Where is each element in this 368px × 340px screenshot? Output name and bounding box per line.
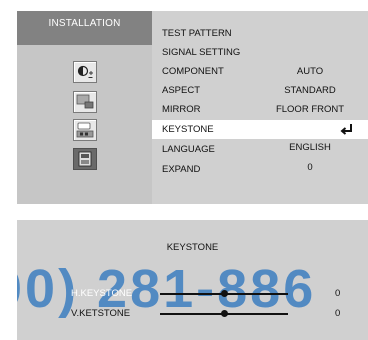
enter-return-icon <box>340 122 354 139</box>
menu-item-mirror[interactable]: MIRROR FLOOR FRONT <box>152 100 368 119</box>
keystone-title: KEYSTONE <box>166 242 219 253</box>
v-keystone-row[interactable]: V.KETSTONE 0 <box>17 306 368 322</box>
menu-item-test-pattern[interactable]: TEST PATTERN <box>152 24 368 43</box>
menu-item-keystone[interactable]: KEYSTONE <box>152 120 368 139</box>
menu-item-component[interactable]: COMPONENT AUTO <box>152 62 368 81</box>
menu-item-aspect[interactable]: ASPECT STANDARD <box>152 81 368 100</box>
menu-item-signal-setting[interactable]: SIGNAL SETTING <box>152 43 368 62</box>
menu-item-language[interactable]: LANGUAGE ENGLISH <box>152 140 368 159</box>
v-keystone-value: 0 <box>335 308 341 319</box>
menu-item-value: STANDARD <box>284 85 336 96</box>
v-keystone-label: V.KETSTONE <box>71 308 131 319</box>
installation-icon[interactable] <box>73 148 97 170</box>
menu-items-panel: TEST PATTERN SIGNAL SETTING COMPONENT AU… <box>152 11 368 204</box>
menu-item-value: FLOOR FRONT <box>275 104 345 115</box>
menu-item-label: MIRROR <box>162 104 201 115</box>
menu-title: INSTALLATION <box>17 11 152 45</box>
picture-adjust-icon[interactable] <box>73 61 97 83</box>
menu-item-label: ASPECT <box>162 85 201 96</box>
menu-item-value: ENGLISH <box>289 142 331 153</box>
display-screen-icon[interactable] <box>73 91 97 113</box>
menu-item-label: COMPONENT <box>162 66 224 77</box>
menu-item-value: 0 <box>307 162 313 173</box>
menu-item-label: KEYSTONE <box>162 124 214 135</box>
menu-item-label: EXPAND <box>162 164 201 175</box>
menu-item-value: AUTO <box>296 66 324 77</box>
v-keystone-knob[interactable] <box>220 310 228 317</box>
menu-category-panel: INSTALLATION <box>17 11 152 204</box>
h-keystone-row[interactable]: H.KEYSTONE 0 <box>17 286 368 302</box>
menu-item-label: SIGNAL SETTING <box>162 47 241 58</box>
h-keystone-label: H.KEYSTONE <box>71 288 133 299</box>
installation-menu: INSTALLATION TEST PATTERN SIGNAL SETTING… <box>17 11 368 204</box>
menu-item-label: TEST PATTERN <box>162 28 232 39</box>
menu-item-label: LANGUAGE <box>162 144 215 155</box>
option-icon[interactable] <box>73 119 97 141</box>
h-keystone-value: 0 <box>335 288 341 299</box>
menu-item-expand[interactable]: EXPAND 0 <box>152 160 368 179</box>
keystone-panel: KEYSTONE 00) 281-886 H.KEYSTONE 0 V.KETS… <box>17 220 368 340</box>
h-keystone-knob[interactable] <box>220 290 228 297</box>
